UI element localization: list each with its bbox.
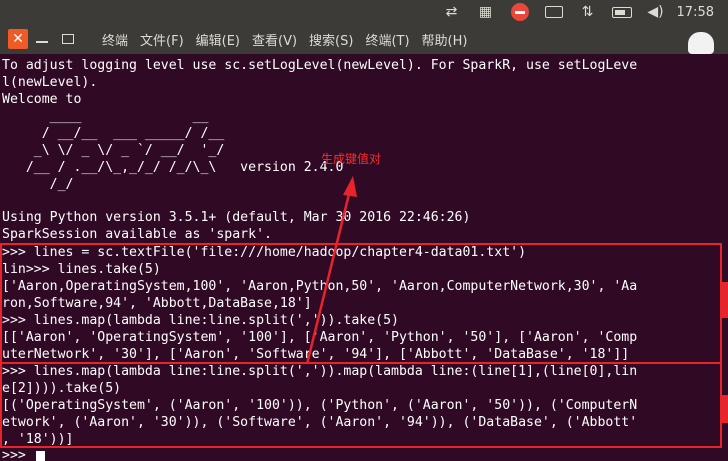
- system-panel: ⇄ ▦ ⇅ ◀) 17:58: [0, 0, 728, 24]
- spark-logo-line: / __/__ ___ _____/ /__: [2, 126, 225, 141]
- spark-logo-line: /_/: [2, 177, 74, 192]
- menu-search[interactable]: 搜索(S): [303, 30, 359, 49]
- menu-help[interactable]: 帮助(H): [416, 30, 474, 49]
- keyboard-icon: [544, 6, 563, 18]
- network-icon[interactable]: ⇅: [571, 0, 605, 24]
- spark-logo-line: ____ __: [2, 109, 209, 124]
- menu-view[interactable]: 查看(V): [246, 30, 303, 49]
- stop-icon: [510, 3, 529, 21]
- terminal-line: To adjust logging level use sc.setLogLev…: [2, 58, 638, 73]
- keyboard-button[interactable]: [537, 0, 571, 24]
- transfer-icon[interactable]: ⇄: [435, 0, 469, 24]
- menu-file[interactable]: 文件(F): [134, 30, 190, 49]
- stop-button[interactable]: [503, 0, 537, 24]
- terminal-line: SparkSession available as 'spark'.: [2, 227, 272, 242]
- menu-terminal-title: 终端: [102, 33, 129, 49]
- spark-logo-line: /__ / .__/\_,_/_/ /_/\_\ version 2.4.0: [2, 160, 344, 175]
- calendar-icon[interactable]: ▦: [469, 0, 503, 24]
- annotation-edge-mark: [722, 395, 728, 423]
- maximize-button[interactable]: [62, 34, 74, 44]
- terminal-line: l(newLevel).: [2, 75, 98, 90]
- minimize-button[interactable]: [36, 33, 50, 45]
- spark-logo-line: _\ \/ _ \/ _ `/ __/ '_/: [2, 143, 225, 158]
- volume-icon[interactable]: ◀): [639, 0, 673, 24]
- annotation-box-input: [0, 243, 722, 364]
- battery-icon: [611, 6, 632, 18]
- menu-terminal[interactable]: 终端(T): [359, 30, 415, 49]
- menu-items: 终端 文件(F) 编辑(E) 查看(V) 搜索(S) 终端(T) 帮助(H): [96, 30, 473, 49]
- battery-button[interactable]: [605, 0, 639, 24]
- cursor: [36, 451, 45, 461]
- annotation-label: 生成键值对: [321, 152, 382, 166]
- terminal-menu-bar: ✕ 终端 文件(F) 编辑(E) 查看(V) 搜索(S) 终端(T) 帮助(H): [0, 24, 728, 54]
- annotation-box-keyvalue: [0, 362, 722, 448]
- usb-drive-icon[interactable]: [688, 32, 714, 54]
- terminal-line: Welcome to: [2, 92, 82, 107]
- clock[interactable]: 17:58: [673, 5, 720, 20]
- terminal-line: Using Python version 3.5.1+ (default, Ma…: [2, 210, 471, 225]
- menu-edit[interactable]: 编辑(E): [190, 30, 246, 49]
- close-button[interactable]: ✕: [8, 29, 28, 49]
- terminal-prompt: >>>: [2, 448, 34, 461]
- annotation-edge-mark: [722, 282, 728, 318]
